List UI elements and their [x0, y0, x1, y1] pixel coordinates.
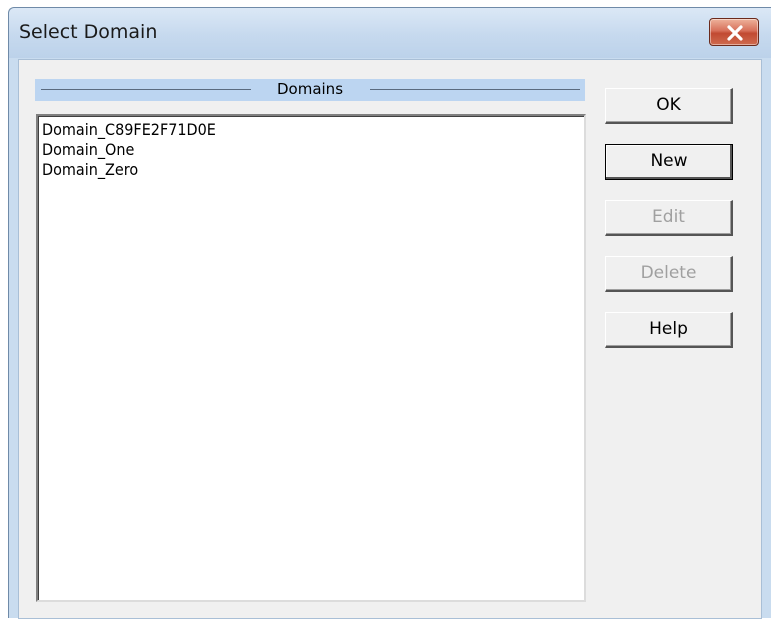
- domain-list[interactable]: Domain_C89FE2F71D0E Domain_One Domain_Ze…: [36, 114, 586, 602]
- close-button[interactable]: [709, 18, 759, 46]
- list-item[interactable]: Domain_C89FE2F71D0E: [42, 120, 584, 140]
- ok-button[interactable]: OK: [605, 88, 733, 124]
- domains-group-header: Domains: [35, 79, 585, 101]
- dialog-client-area: Domains Domain_C89FE2F71D0E Domain_One D…: [18, 59, 762, 619]
- title-bar[interactable]: Select Domain: [9, 8, 771, 58]
- domains-header-label: Domains: [270, 80, 350, 98]
- help-button[interactable]: Help: [605, 312, 733, 348]
- delete-button[interactable]: Delete: [605, 256, 733, 292]
- list-item[interactable]: Domain_Zero: [42, 160, 584, 180]
- new-button[interactable]: New: [605, 144, 733, 180]
- close-x-icon: [727, 25, 743, 41]
- edit-button[interactable]: Edit: [605, 200, 733, 236]
- dialog-window: Select Domain Domains Domain_C89FE2F71D0…: [8, 7, 771, 619]
- domains-header-label-wrap: Domains: [35, 80, 585, 98]
- window-title: Select Domain: [19, 21, 158, 43]
- list-item[interactable]: Domain_One: [42, 140, 584, 160]
